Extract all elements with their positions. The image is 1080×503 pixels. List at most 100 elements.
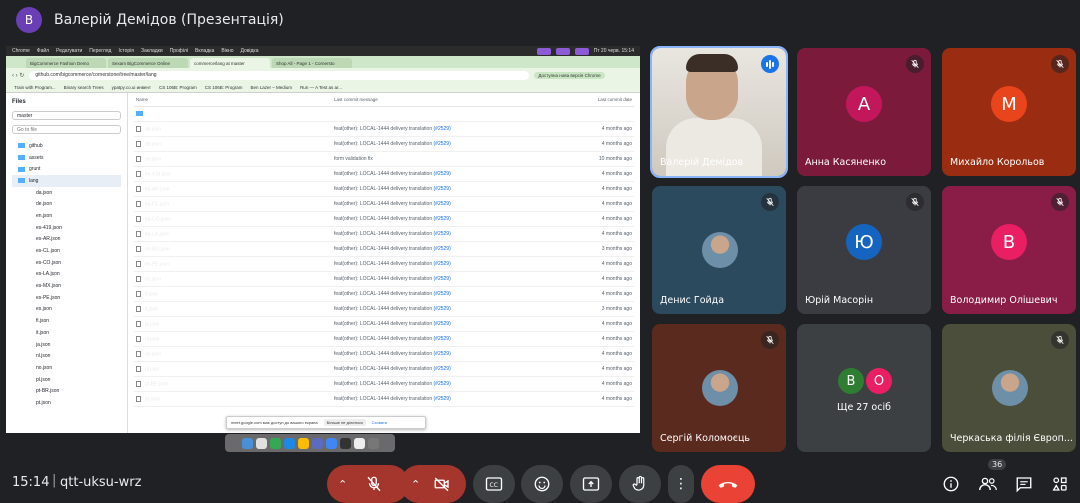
cell-date: 4 months ago [601,231,632,237]
mac-clock: Пт 20 черв. 15:14 [593,47,634,54]
folder-icon [18,155,25,161]
cell-date: 4 months ago [601,141,632,147]
cell-name: en.json [134,155,334,162]
cell-name: es-LA.json [134,230,334,238]
file-name: de.json [145,141,162,148]
participant-tile[interactable]: Денис Гойда [652,186,786,314]
present-button[interactable] [570,465,612,503]
pr-link: (#2529) [433,291,451,297]
browser-tab: Shop All - Page 1 - Cornersto [272,58,352,68]
mac-menu-item: Вікно [221,48,234,54]
mac-menu-item: Довідка [240,48,259,54]
cell-message: form validation fix [334,156,594,162]
bookmark-item: Run — A Test as ar... [300,84,343,90]
pr-link: (#2529) [433,201,451,207]
raise-hand-button[interactable] [619,465,661,503]
pr-link: (#2529) [433,321,451,327]
participant-tile[interactable]: Ю Юрій Масорін [797,186,931,314]
cell-date: 4 months ago [601,186,632,192]
file-icon [136,140,141,147]
cell-name: pl.json [134,365,334,372]
commit-message: feat(other): LOCAL-1444 delivery transla… [334,306,433,312]
participant-tile[interactable]: М Михайло Корольов [942,48,1076,176]
cell-date: 4 months ago [601,351,632,357]
tree-item-label: assets [29,154,44,161]
tree-item: da.json [12,187,121,199]
participant-tile[interactable]: Валерій Демідов [650,46,788,178]
leave-call-button[interactable] [701,465,755,503]
tree-item: fi.json [12,315,121,327]
present-screen-icon [582,477,600,491]
participant-tile[interactable]: В Володимир Олішевич [942,186,1076,314]
file-icon [136,350,141,357]
participant-tile[interactable]: Сергій Коломоєць [652,324,786,452]
commit-message: feat(other): LOCAL-1444 delivery transla… [334,246,433,252]
tree-item: es-CL.json [12,245,121,257]
tree-item: lang [12,175,121,187]
browser-tab: BigCommerce Fashion Demo [26,58,106,68]
participant-tile[interactable]: В О Ще 27 осіб [797,324,931,452]
pr-link: (#2529) [433,336,451,342]
file-name: es-CO.json [145,216,171,223]
chevron-up-icon[interactable]: ⌃ [338,478,347,491]
participant-photo [702,370,738,406]
browser-tab: Sexam BigCommerce Online [108,58,188,68]
hang-up-icon [718,482,738,488]
mic-off-icon [761,193,779,211]
cell-message: feat(other): LOCAL-1444 delivery transla… [334,351,594,357]
files-sidebar: Files master Go to file github assets grun… [6,93,128,433]
captions-button[interactable]: CC [473,465,515,503]
pr-link: (#2529) [433,351,451,357]
tree-item: es-CO.json [12,257,121,269]
chat-button[interactable] [1011,471,1037,497]
cell-message: feat(other): LOCAL-1444 delivery transla… [334,141,594,147]
url-field: github.com/bigcommerce/cornerstone/tree/… [29,70,530,80]
participant-tile[interactable]: Черкаська філія Європ... [942,324,1076,452]
reactions-button[interactable] [521,465,563,503]
commit-message: feat(other): LOCAL-1444 delivery transla… [334,291,433,297]
cell-date: 4 months ago [601,171,632,177]
meeting-info-button[interactable] [938,471,964,497]
participant-name: Володимир Олішевич [950,295,1058,306]
meeting-controls-bar: 15:14 | qtt-uksu-wrz ⌃ ⌃ CC ⋮ [0,461,1080,503]
chrome-update-button: Доступна нова версія Chrome [534,71,605,79]
tree-item-label: no.json [36,364,53,371]
cell-date: 4 months ago [601,216,632,222]
table-row: pl.json feat(other): LOCAL-1444 delivery … [134,362,634,377]
camera-off-icon[interactable] [432,475,452,493]
people-button[interactable] [975,471,1001,497]
table-row: en.json form validation fix 10 months ago [134,152,634,167]
camera-control[interactable]: ⌃ [400,465,466,503]
more-options-button[interactable]: ⋮ [668,465,694,503]
mac-menu-item: Chrome [12,48,30,54]
cell-name: es.json [134,275,334,282]
file-tree: github assets grunt lang da.json de.json en.js… [12,140,121,409]
cell-message: feat(other): LOCAL-1444 delivery transla… [334,291,594,297]
cell-date: 4 months ago [601,366,632,372]
tree-item: nl.json [12,350,121,362]
file-name: da.json [145,126,162,133]
cell-message: feat(other): LOCAL-1444 delivery transla… [334,171,594,177]
tree-item: es-419.json [12,222,121,234]
activities-button[interactable] [1047,471,1073,497]
mic-control[interactable]: ⌃ [327,465,409,503]
participant-tile[interactable]: А Анна Касяненко [797,48,931,176]
hand-icon [632,475,645,491]
cell-date: 10 months ago [598,156,632,162]
tree-item: it.json [12,327,121,339]
cell-name: ja.json [134,320,334,327]
bookmark-item: Binary search Trees [63,84,104,90]
file-icon [136,155,141,162]
mac-menu-item: Профілі [169,48,189,54]
file-name: es-LA.json [145,231,169,238]
cell-name: es-MX.json [134,245,334,252]
commit-message: feat(other): LOCAL-1444 delivery transla… [334,381,433,387]
pr-link: (#2529) [433,171,451,177]
mic-off-icon[interactable] [365,475,383,493]
cell-message: feat(other): LOCAL-1444 delivery transla… [334,381,594,387]
cell-message: feat(other): LOCAL-1444 delivery transla… [334,216,594,222]
bookmark-item: ypatpy.co.ui инвент [111,84,151,90]
table-row: da.json feat(other): LOCAL-1444 delivery … [134,122,634,137]
chevron-up-icon[interactable]: ⌃ [411,478,420,491]
pr-link: (#2529) [433,261,451,267]
